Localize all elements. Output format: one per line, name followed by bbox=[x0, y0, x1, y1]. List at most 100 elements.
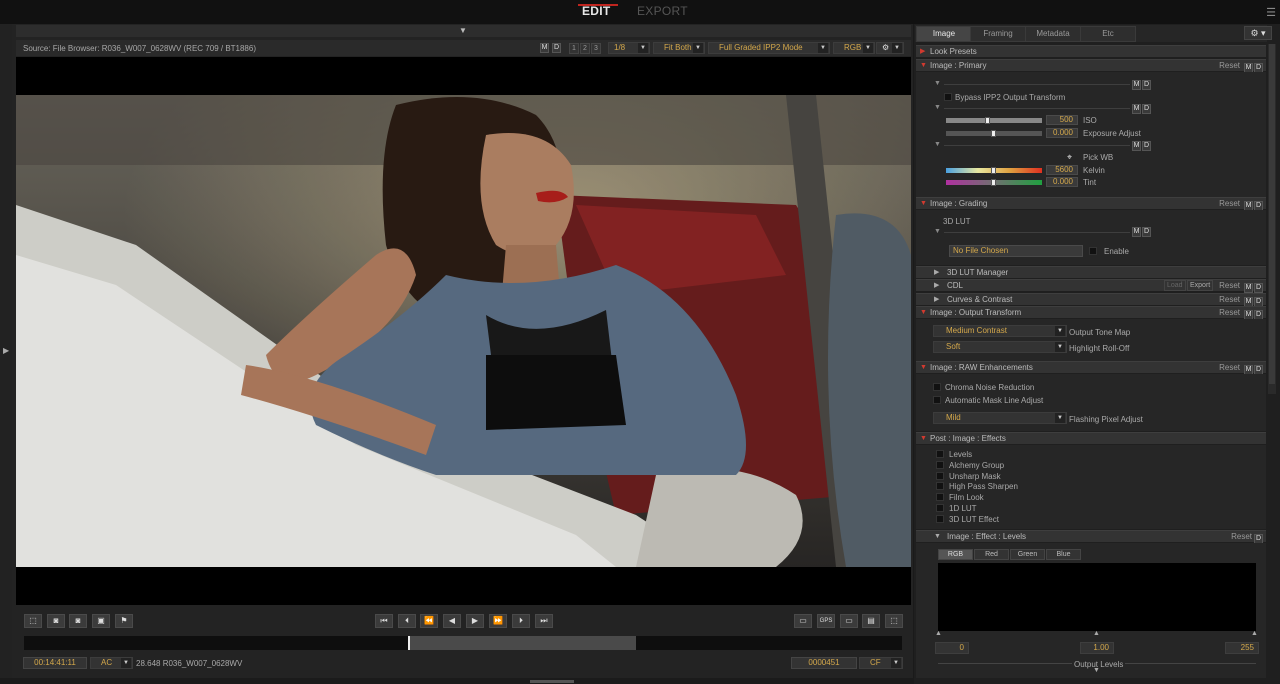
scale-dropdown[interactable]: 1/8 ▼ bbox=[608, 42, 650, 54]
exposure-slider-knob[interactable] bbox=[991, 130, 996, 137]
black-point-handle[interactable]: ▲ bbox=[935, 630, 942, 637]
tint-slider-knob[interactable] bbox=[991, 179, 996, 186]
subsection-toggle-icon[interactable]: ▼ bbox=[934, 228, 941, 235]
d-button[interactable]: D bbox=[1142, 227, 1151, 237]
lut-enable-checkbox[interactable] bbox=[1089, 247, 1097, 255]
3d-lut-effect-checkbox[interactable] bbox=[936, 515, 944, 523]
fast-forward-icon[interactable]: ⏩ bbox=[489, 614, 507, 628]
view-2-button[interactable]: 2 bbox=[580, 43, 590, 54]
view-1-button[interactable]: 1 bbox=[569, 43, 579, 54]
chroma-nr-checkbox[interactable] bbox=[933, 383, 941, 391]
rewind-icon[interactable]: ⏪ bbox=[420, 614, 438, 628]
frame-number-field[interactable]: 0000451 bbox=[791, 657, 857, 669]
cdl-export-button[interactable]: Export bbox=[1187, 280, 1214, 291]
lut-file-field[interactable]: No File Chosen bbox=[949, 245, 1083, 257]
reset-button[interactable]: Reset bbox=[1219, 280, 1240, 291]
next-mark-icon[interactable]: ⏵ bbox=[512, 614, 530, 628]
m-button[interactable]: M bbox=[1244, 283, 1253, 293]
view-3-button[interactable]: 3 bbox=[591, 43, 601, 54]
m-button[interactable]: M bbox=[540, 43, 549, 53]
aspect-icon[interactable]: ▭ bbox=[840, 614, 858, 628]
subsection-toggle-icon[interactable]: ▼ bbox=[934, 141, 941, 148]
panel-settings-button[interactable]: ⚙ ▾ bbox=[1244, 26, 1272, 40]
tab-framing[interactable]: Framing bbox=[970, 26, 1026, 42]
export-frame-icon[interactable]: ⬚ bbox=[24, 614, 42, 628]
section-output-transform[interactable]: ▼ Image : Output Transform Reset MD bbox=[916, 306, 1266, 320]
ac-dropdown[interactable]: AC ▼ bbox=[90, 657, 133, 669]
white-point-field[interactable]: 255 bbox=[1225, 642, 1259, 654]
levels-tab-blue[interactable]: Blue bbox=[1046, 549, 1081, 560]
tone-map-dropdown[interactable]: Medium Contrast ▼ bbox=[933, 325, 1067, 337]
channel-dropdown[interactable]: RGB ▼ bbox=[833, 42, 875, 54]
alchemy-checkbox[interactable] bbox=[936, 461, 944, 469]
d-button[interactable]: D bbox=[1142, 80, 1151, 90]
flag-icon[interactable]: ⚑ bbox=[115, 614, 133, 628]
filmlook-checkbox[interactable] bbox=[936, 493, 944, 501]
monitor-icon[interactable]: ▭ bbox=[794, 614, 812, 628]
tint-field[interactable]: 0.000 bbox=[1046, 177, 1078, 187]
collapse-down-icon[interactable]: ▼ bbox=[459, 26, 467, 35]
render-icon[interactable]: ⬚ bbox=[885, 614, 903, 628]
subsection-toggle-icon[interactable]: ▼ bbox=[934, 80, 941, 87]
flash-pixel-dropdown[interactable]: Mild ▼ bbox=[933, 412, 1067, 424]
filmstrip-icon[interactable]: ▤ bbox=[862, 614, 880, 628]
section-post-effects[interactable]: ▼ Post : Image : Effects bbox=[916, 432, 1266, 444]
exposure-field[interactable]: 0.000 bbox=[1046, 128, 1078, 138]
scrollbar-thumb[interactable] bbox=[1269, 44, 1275, 384]
levels-tab-green[interactable]: Green bbox=[1010, 549, 1045, 560]
white-point-handle[interactable]: ▲ bbox=[1251, 630, 1258, 637]
d-button[interactable]: D bbox=[1142, 141, 1151, 151]
kelvin-field[interactable]: 5600 bbox=[1046, 165, 1078, 175]
go-to-end-icon[interactable]: ⏭ bbox=[535, 614, 553, 628]
d-button[interactable]: D bbox=[1254, 283, 1263, 293]
1d-lut-checkbox[interactable] bbox=[936, 504, 944, 512]
reset-button[interactable]: Reset bbox=[1231, 531, 1252, 542]
fit-dropdown[interactable]: Fit Both ▼ bbox=[653, 42, 705, 54]
camera-icon[interactable]: ◙ bbox=[47, 614, 65, 628]
iso-slider-knob[interactable] bbox=[985, 117, 990, 124]
section-image-primary[interactable]: ▼ Image : Primary Reset MD bbox=[916, 59, 1266, 73]
gamma-field[interactable]: 1.00 bbox=[1080, 642, 1114, 654]
output-level-handle[interactable]: ▼ bbox=[1093, 667, 1100, 674]
m-button[interactable]: M bbox=[1132, 227, 1141, 237]
preview-icon[interactable]: ▣ bbox=[92, 614, 110, 628]
section-3d-lut-manager[interactable]: ▶ 3D LUT Manager bbox=[916, 266, 1266, 278]
cf-dropdown[interactable]: CF ▼ bbox=[859, 657, 903, 669]
section-curves[interactable]: ▶ Curves & Contrast Reset MD bbox=[916, 293, 1266, 307]
tab-etc[interactable]: Etc bbox=[1080, 26, 1136, 42]
highpass-checkbox[interactable] bbox=[936, 482, 944, 490]
reset-button[interactable]: Reset bbox=[1219, 60, 1240, 71]
d-button[interactable]: D bbox=[1142, 104, 1151, 114]
subsection-toggle-icon[interactable]: ▼ bbox=[934, 104, 941, 111]
mask-line-checkbox[interactable] bbox=[933, 396, 941, 404]
expand-left-icon[interactable]: ▶ bbox=[3, 346, 9, 355]
tab-metadata[interactable]: Metadata bbox=[1025, 26, 1081, 42]
m-button[interactable]: M bbox=[1132, 104, 1141, 114]
section-look-presets[interactable]: ▶ Look Presets bbox=[916, 45, 1266, 57]
gamma-handle[interactable]: ▲ bbox=[1093, 630, 1100, 637]
section-raw-enhancements[interactable]: ▼ Image : RAW Enhancements Reset MD bbox=[916, 361, 1266, 375]
tab-image[interactable]: Image bbox=[916, 26, 972, 42]
section-image-grading[interactable]: ▼ Image : Grading Reset MD bbox=[916, 197, 1266, 211]
prev-mark-icon[interactable]: ⏴ bbox=[398, 614, 416, 628]
reset-button[interactable]: Reset bbox=[1219, 362, 1240, 373]
m-button[interactable]: M bbox=[1132, 80, 1141, 90]
reset-button[interactable]: Reset bbox=[1219, 198, 1240, 209]
timecode-field[interactable]: 00:14:41:11 bbox=[23, 657, 87, 669]
levels-checkbox[interactable] bbox=[936, 450, 944, 458]
go-to-start-icon[interactable]: ⏮ bbox=[375, 614, 393, 628]
play-icon[interactable]: ▶ bbox=[466, 614, 484, 628]
gps-icon[interactable]: GPS bbox=[817, 614, 835, 628]
section-cdl[interactable]: ▶ CDL Load Export Reset MD bbox=[916, 279, 1266, 293]
viewer-settings-button[interactable]: ⚙ ▼ bbox=[876, 42, 904, 54]
levels-tab-rgb[interactable]: RGB bbox=[938, 549, 973, 560]
step-back-icon[interactable]: ◀ bbox=[443, 614, 461, 628]
section-effect-levels[interactable]: ▼ Image : Effect : Levels Reset D bbox=[916, 530, 1266, 544]
iso-slider[interactable] bbox=[946, 118, 1042, 123]
levels-tab-red[interactable]: Red bbox=[974, 549, 1009, 560]
m-button[interactable]: M bbox=[1132, 141, 1141, 151]
iso-field[interactable]: 500 bbox=[1046, 115, 1078, 125]
snapshot-r3d-icon[interactable]: ◙ bbox=[69, 614, 87, 628]
bypass-checkbox[interactable] bbox=[944, 93, 952, 101]
rolloff-dropdown[interactable]: Soft ▼ bbox=[933, 341, 1067, 353]
